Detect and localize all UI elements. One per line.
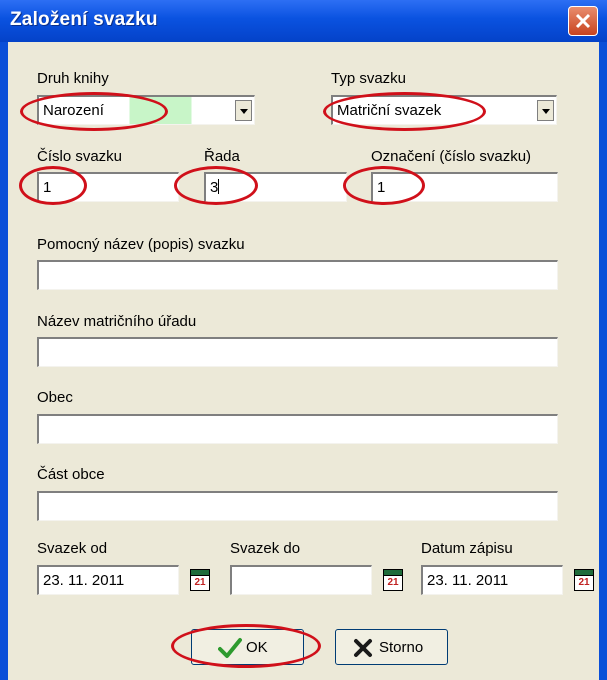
storno-button[interactable]: Storno <box>335 629 448 665</box>
calendar-day: 21 <box>190 575 210 591</box>
svazek-do-input[interactable] <box>230 565 372 595</box>
text-caret <box>218 179 220 194</box>
close-icon <box>575 13 591 29</box>
close-button[interactable] <box>568 6 598 36</box>
calendar-day: 21 <box>383 575 403 591</box>
oznaceni-label: Označení (číslo svazku) <box>371 148 532 165</box>
cislo-svazku-input[interactable]: 1 <box>37 172 179 202</box>
title-bar[interactable]: Založení svazku <box>0 0 607 42</box>
chevron-down-icon[interactable] <box>537 100 554 121</box>
svazek-do-label: Svazek do <box>230 540 301 557</box>
typ-svazku-select[interactable]: Matriční svazek <box>331 95 557 125</box>
pomocny-nazev-input[interactable] <box>37 260 558 290</box>
datum-zapisu-label: Datum zápisu <box>421 540 513 557</box>
pomocny-nazev-label: Pomocný název (popis) svazku <box>37 236 245 253</box>
calendar-day: 21 <box>574 575 594 591</box>
typ-svazku-value: Matriční svazek <box>337 102 442 119</box>
svazek-od-input[interactable]: 23. 11. 2011 <box>37 565 179 595</box>
rada-input[interactable]: 3 <box>204 172 347 202</box>
nazev-uradu-label: Název matričního úřadu <box>37 313 197 330</box>
rada-value: 3 <box>210 179 219 196</box>
calendar-icon[interactable]: 21 <box>190 569 210 591</box>
svazek-od-label: Svazek od <box>37 540 108 557</box>
oznaceni-input[interactable]: 1 <box>371 172 558 202</box>
nazev-uradu-input[interactable] <box>37 337 558 367</box>
rada-label: Řada <box>204 148 240 165</box>
svazek-od-value: 23. 11. 2011 <box>43 572 125 589</box>
dialog-body: Druh knihy Narození Typ svazku Matriční … <box>8 42 599 680</box>
druh-knihy-select[interactable]: Narození <box>37 95 255 125</box>
druh-knihy-value: Narození <box>43 102 104 119</box>
dialog-title: Založení svazku <box>10 9 158 30</box>
calendar-icon[interactable]: 21 <box>574 569 594 591</box>
cislo-svazku-label: Číslo svazku <box>37 148 123 165</box>
druh-knihy-label: Druh knihy <box>37 70 109 87</box>
chevron-down-icon[interactable] <box>235 100 252 121</box>
datum-zapisu-input[interactable]: 23. 11. 2011 <box>421 565 563 595</box>
cislo-svazku-value: 1 <box>43 179 52 196</box>
datum-zapisu-value: 23. 11. 2011 <box>427 572 509 589</box>
obec-input[interactable] <box>37 414 558 444</box>
ok-button[interactable]: OK <box>191 629 304 665</box>
oznaceni-value: 1 <box>377 179 386 196</box>
storno-label: Storno <box>379 639 424 656</box>
cast-obce-input[interactable] <box>37 491 558 521</box>
typ-svazku-label: Typ svazku <box>331 70 407 87</box>
calendar-icon[interactable]: 21 <box>383 569 403 591</box>
checkmark-icon <box>218 638 242 658</box>
cast-obce-label: Část obce <box>37 466 105 483</box>
obec-label: Obec <box>37 389 73 406</box>
cross-icon <box>354 639 372 657</box>
ok-label: OK <box>246 639 268 656</box>
